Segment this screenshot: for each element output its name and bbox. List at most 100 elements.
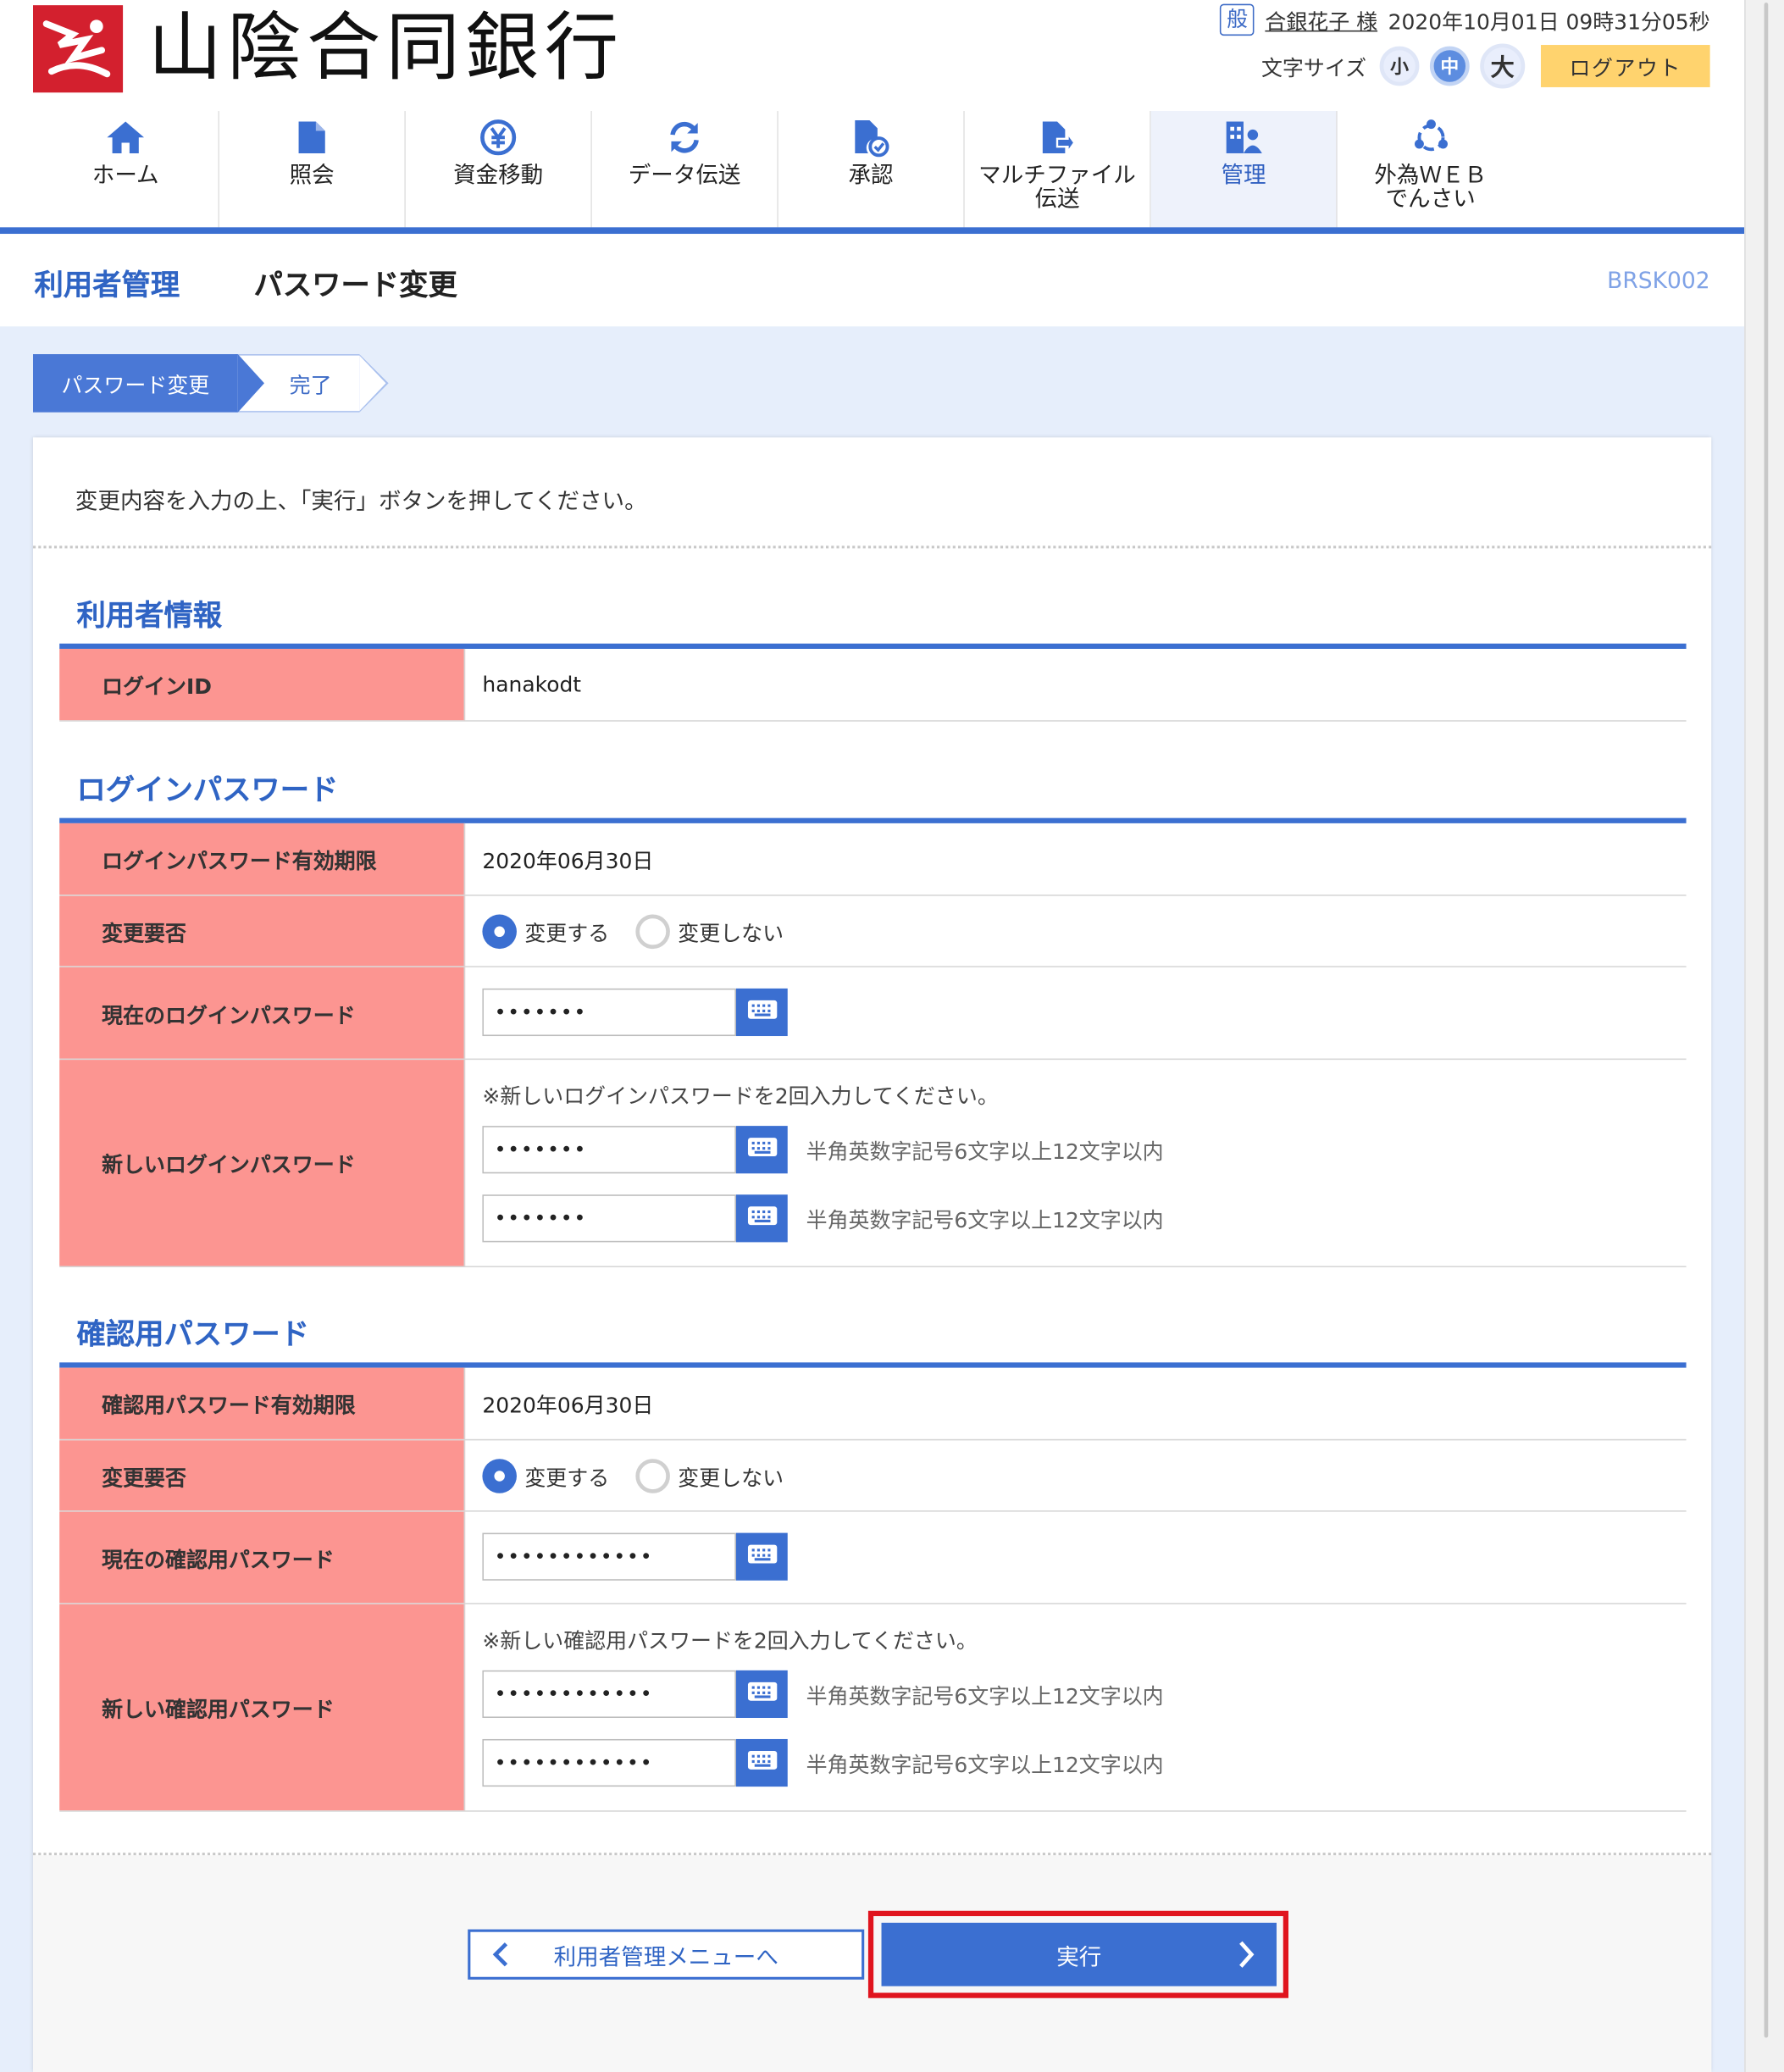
row-label: 新しい確認用パスワード [59, 1604, 466, 1811]
nav-label: 管理 [1221, 162, 1266, 190]
keyboard-icon [746, 1681, 778, 1707]
row-label: ログインパスワード有効期限 [59, 823, 466, 895]
instruction-text: 変更内容を入力の上、「実行」ボタンを押してください。 [75, 489, 647, 516]
table-row: 現在の確認用パスワード •••••••••••• [59, 1511, 1687, 1604]
scrollbar-thumb[interactable] [1764, 3, 1769, 2038]
login-change-no-radio[interactable] [635, 913, 670, 949]
keyboard-icon [746, 1749, 778, 1776]
software-keyboard-button[interactable] [735, 1532, 788, 1581]
software-keyboard-button[interactable] [735, 1194, 788, 1243]
vertical-scrollbar[interactable] [1744, 0, 1784, 2072]
password-hint: 半角英数字記号6文字以上12文字以内 [806, 1752, 1164, 1778]
nav-label: 照会 [289, 162, 335, 190]
nav-label: 資金移動 [453, 162, 544, 190]
nav-admin[interactable]: 管理 [1150, 111, 1338, 228]
confirm-new-login-password-input[interactable]: ••••••• [482, 1194, 736, 1243]
confirm-password-heading: 確認用パスワード [76, 1318, 310, 1352]
user-name-link[interactable]: 合銀花子 様 [1265, 4, 1377, 36]
software-keyboard-button[interactable] [735, 1126, 788, 1174]
network-icon [1410, 116, 1452, 158]
admin-icon [1222, 116, 1265, 158]
row-label: 現在のログインパスワード [59, 967, 466, 1059]
software-keyboard-button[interactable] [735, 988, 788, 1037]
step-password-change: パスワード変更 [33, 354, 238, 413]
radio-label: 変更する [524, 920, 610, 946]
keyboard-icon [746, 999, 778, 1025]
login-change-radio-group: 変更する 変更しない [482, 913, 810, 949]
radio-label: 変更しない [678, 1465, 784, 1490]
new-login-password-note: ※新しいログインパスワードを2回入力してください。 [482, 1083, 999, 1109]
login-password-table: ログインパスワード有効期限 2020年06月30日 変更要否 変更する 変更しな… [59, 817, 1687, 1268]
nav-underline [0, 227, 1745, 235]
row-value: ••••••• [465, 967, 1686, 1059]
nav-multi-file-transfer[interactable]: マルチファイル 伝送 [965, 111, 1151, 228]
user-info-heading: 利用者情報 [76, 600, 223, 634]
logout-button[interactable]: ログアウト [1540, 45, 1710, 87]
table-row: ログインID hanakodt [59, 648, 1687, 722]
header: 山陰合同銀行 般 合銀花子 様 2020年10月01日 09時31分05秒 文字… [0, 0, 1745, 235]
confirm-password-expiry: 2020年06月30日 [482, 1393, 654, 1418]
divider [33, 546, 1712, 549]
table-row: 変更要否 変更する 変更しない [59, 895, 1687, 967]
row-value: 変更する 変更しない [465, 896, 1686, 967]
approve-icon [850, 116, 892, 158]
table-row: 新しいログインパスワード ※新しいログインパスワードを2回入力してください。 •… [59, 1060, 1687, 1268]
nav-approval[interactable]: 承認 [778, 111, 965, 228]
step-arrow [237, 354, 264, 413]
font-size-medium-button[interactable]: 中 [1429, 46, 1470, 86]
login-change-yes-radio[interactable] [482, 913, 517, 949]
confirm-new-confirm-password-field: •••••••••••• 半角英数字記号6文字以上12文字以内 [482, 1738, 1164, 1787]
new-login-password-input[interactable]: ••••••• [482, 1126, 736, 1174]
current-confirm-password-input[interactable]: •••••••••••• [482, 1532, 736, 1581]
nav-home[interactable]: ホーム [33, 111, 219, 228]
row-label: 現在の確認用パスワード [59, 1511, 466, 1604]
software-keyboard-button[interactable] [735, 1670, 788, 1718]
password-hint: 半角英数字記号6文字以上12文字以内 [806, 1138, 1164, 1165]
table-row: 新しい確認用パスワード ※新しい確認用パスワードを2回入力してください。 •••… [59, 1604, 1687, 1812]
back-to-user-menu-button[interactable]: 利用者管理メニューへ [468, 1929, 865, 1980]
user-type-badge: 般 [1220, 3, 1255, 36]
login-id-value: hanakodt [482, 672, 582, 697]
radio-label: 変更しない [678, 920, 784, 946]
chevron-left-icon [491, 1940, 510, 1975]
row-value: 2020年06月30日 [465, 823, 1686, 895]
file-transfer-icon [1036, 116, 1078, 158]
row-value: •••••••••••• [465, 1512, 1686, 1604]
row-label: ログインID [59, 648, 466, 721]
user-info-table: ログインID hanakodt [59, 643, 1687, 722]
nav-fund-transfer[interactable]: 資金移動 [406, 111, 592, 228]
table-row: ログインパスワード有効期限 2020年06月30日 [59, 823, 1687, 896]
nav-label: 外為ＷＥＢ でんさい [1374, 162, 1487, 213]
back-button-label: 利用者管理メニューへ [553, 1944, 778, 1971]
login-password-expiry: 2020年06月30日 [482, 848, 654, 874]
confirm-change-no-radio[interactable] [635, 1458, 670, 1493]
execute-button[interactable]: 実行 [881, 1922, 1277, 1986]
nav-foreign-exchange-web[interactable]: 外為ＷＥＢ でんさい [1338, 111, 1524, 227]
font-size-controls: 文字サイズ 小 中 大 ログアウト [1261, 42, 1710, 90]
confirm-change-yes-radio[interactable] [482, 1458, 517, 1493]
row-value: 変更する 変更しない [465, 1440, 1686, 1510]
new-confirm-password-input[interactable]: •••••••••••• [482, 1670, 736, 1718]
nav-data-transmission[interactable]: データ伝送 [592, 111, 778, 228]
nav-inquiry[interactable]: 照会 [219, 111, 406, 228]
radio-label: 変更する [524, 1465, 610, 1490]
confirm-password-table: 確認用パスワード有効期限 2020年06月30日 変更要否 変更する 変更しない [59, 1362, 1687, 1812]
confirm-new-login-password-field: ••••••• 半角英数字記号6文字以上12文字以内 [482, 1194, 1164, 1243]
page-title-bar: 利用者管理 パスワード変更 BRSK002 [0, 234, 1745, 327]
row-label: 変更要否 [59, 1440, 466, 1511]
keyboard-icon [746, 1543, 778, 1570]
screen-code: BRSK002 [1607, 268, 1710, 295]
nav-label: データ伝送 [628, 162, 741, 190]
row-label: 確認用パスワード有効期限 [59, 1367, 466, 1439]
table-row: 現在のログインパスワード ••••••• [59, 967, 1687, 1061]
font-size-large-button[interactable]: 大 [1480, 43, 1526, 89]
keyboard-icon [746, 1137, 778, 1163]
table-row: 確認用パスワード有効期限 2020年06月30日 [59, 1367, 1687, 1441]
row-label: 変更要否 [59, 895, 466, 967]
bank-logo-icon [33, 5, 124, 93]
font-size-small-button[interactable]: 小 [1379, 46, 1420, 86]
software-keyboard-button[interactable] [735, 1738, 788, 1787]
confirm-change-radio-group: 変更する 変更しない [482, 1458, 810, 1493]
confirm-new-confirm-password-input[interactable]: •••••••••••• [482, 1738, 736, 1787]
current-login-password-input[interactable]: ••••••• [482, 988, 736, 1037]
